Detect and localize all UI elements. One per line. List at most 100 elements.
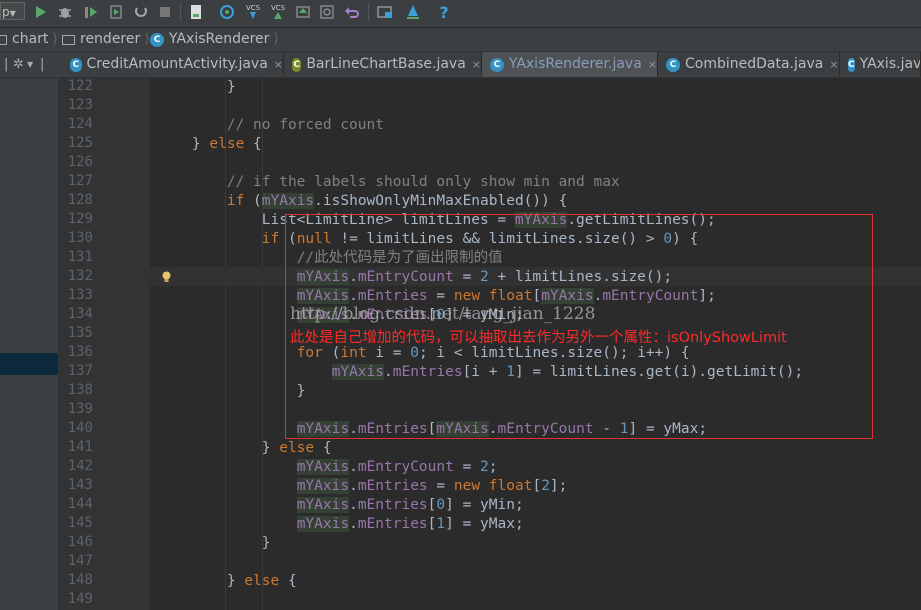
editor-tabs: | ✲ ▼ | C CreditAmountActivity.java × C Bar…: [0, 52, 921, 78]
code-line: mYAxis.mEntries[0] = yMin;: [296, 497, 524, 513]
line-number: 129: [67, 211, 93, 227]
line-number: 127: [67, 173, 93, 189]
chevron-right-icon: ⟩: [273, 31, 279, 47]
selected-tree-item[interactable]: [0, 353, 58, 375]
breadcrumb-item-yaxisrenderer[interactable]: C YAxisRenderer ⟩: [150, 28, 279, 51]
close-icon[interactable]: ×: [648, 52, 657, 77]
panel-controls: | ✲ ▼ |: [0, 52, 58, 77]
line-number: 146: [67, 534, 93, 550]
vcs-commit-label: VCS: [270, 4, 286, 12]
vcs-update-icon[interactable]: VCS: [243, 3, 263, 21]
toolbar-separator: [180, 3, 181, 21]
monitor-icon[interactable]: [405, 3, 421, 21]
watermark: http://blog.csdn.net/tang_jian_1228: [290, 304, 596, 324]
code-line: } else {: [157, 440, 332, 456]
run-config-select[interactable]: p▼: [0, 2, 25, 20]
toolbar-separator: [368, 3, 369, 21]
line-number: 126: [67, 154, 93, 170]
line-number: 132: [67, 268, 93, 284]
abstract-class-icon: C: [292, 57, 302, 72]
line-number-gutter[interactable]: 122 123 124 125 126 127 128 129 130 131 132 133 134 1…: [58, 78, 150, 610]
tab-creditamountactivity[interactable]: C CreditAmountActivity.java ×: [62, 52, 284, 77]
annotation-note: 此处是自己增加的代码，可以抽取出去作为另外一个属性：isOnlyShowLimi…: [290, 330, 787, 346]
debug-icon[interactable]: [57, 3, 73, 21]
folder-icon: [62, 34, 75, 45]
breadcrumb: chart ⟩ renderer ⟩ C YAxisRenderer ⟩: [0, 28, 921, 52]
class-icon: C: [490, 57, 504, 72]
tab-yaxis[interactable]: C YAxis.jav: [840, 52, 921, 77]
line-number: 143: [67, 477, 93, 493]
class-icon: C: [70, 57, 82, 72]
code-line: mYAxis.mEntries[1] = yMax;: [296, 516, 524, 532]
tab-label: CreditAmountActivity.java: [86, 56, 268, 72]
line-number: 128: [67, 192, 93, 208]
code-line: }: [157, 535, 271, 551]
code-line: if (mYAxis.isShowOnlyMinMaxEnabled()) {: [226, 193, 568, 209]
help-icon[interactable]: ?: [437, 3, 451, 22]
coverage-icon[interactable]: [83, 3, 99, 21]
project-panel[interactable]: [0, 78, 58, 610]
class-icon: C: [848, 57, 855, 72]
code-line: mYAxis.mEntries = new float[2];: [296, 478, 568, 494]
close-icon[interactable]: ×: [274, 52, 283, 77]
sdk-manager-icon[interactable]: [188, 3, 204, 21]
breadcrumb-label: YAxisRenderer: [169, 31, 270, 47]
sync-icon[interactable]: [219, 3, 235, 21]
breadcrumb-item-renderer[interactable]: renderer ⟩: [62, 28, 150, 51]
code-line: // no forced count: [226, 117, 384, 133]
line-number: 138: [67, 382, 93, 398]
stop-icon[interactable]: [158, 3, 172, 21]
code-line: }: [157, 383, 306, 399]
line-number: 145: [67, 515, 93, 531]
revert-icon[interactable]: [344, 3, 360, 21]
vcs-push-icon[interactable]: [295, 3, 311, 21]
line-number: 122: [67, 78, 93, 94]
line-number: 147: [67, 553, 93, 569]
run-config-label: p: [2, 5, 10, 19]
tab-label: CombinedData.java: [685, 56, 824, 72]
folder-icon: [0, 34, 7, 45]
code-line: // if the labels should only show min an…: [226, 174, 620, 190]
rerun-icon[interactable]: [133, 3, 149, 21]
tab-barlinechartbase[interactable]: C BarLineChartBase.java ×: [284, 52, 482, 77]
history-icon[interactable]: [319, 3, 335, 21]
line-number: 131: [67, 249, 93, 265]
line-number: 137: [67, 363, 93, 379]
project-structure-icon[interactable]: [376, 3, 394, 21]
code-line: }: [157, 79, 236, 95]
line-number: 135: [67, 325, 93, 341]
tab-yaxisrenderer[interactable]: C YAxisRenderer.java ×: [482, 52, 658, 77]
line-number: 142: [67, 458, 93, 474]
line-number: 124: [67, 116, 93, 132]
line-number: 123: [67, 97, 93, 113]
hide-panel-icon[interactable]: |: [40, 52, 44, 77]
vcs-commit-icon[interactable]: VCS: [268, 3, 288, 21]
line-number: 141: [67, 439, 93, 455]
class-icon: C: [666, 57, 680, 72]
lightbulb-icon[interactable]: [161, 268, 172, 282]
close-icon[interactable]: ×: [472, 52, 481, 77]
tab-label: YAxis.jav: [859, 56, 921, 72]
line-number: 136: [67, 344, 93, 360]
main-toolbar: p▼ VCS VCS ?: [0, 0, 921, 28]
tab-label: BarLineChartBase.java: [306, 56, 466, 72]
line-number: 130: [67, 230, 93, 246]
close-icon[interactable]: ×: [829, 52, 838, 77]
chevron-right-icon: ⟩: [52, 31, 58, 47]
code-line: } else {: [157, 136, 262, 152]
profile-icon[interactable]: [108, 3, 124, 21]
divider-icon: |: [4, 57, 9, 72]
line-number: 149: [67, 591, 93, 607]
breadcrumb-label: chart: [12, 31, 49, 47]
breadcrumb-label: renderer: [80, 31, 141, 47]
chevron-down-icon[interactable]: ▼: [27, 52, 33, 77]
line-number: 133: [67, 287, 93, 303]
tab-combineddata[interactable]: C CombinedData.java ×: [658, 52, 840, 77]
breadcrumb-item-chart[interactable]: chart ⟩: [0, 28, 58, 51]
class-icon: C: [150, 32, 164, 47]
line-number: 148: [67, 572, 93, 588]
line-number: 144: [67, 496, 93, 512]
code-line: mYAxis.mEntryCount = 2;: [296, 459, 498, 475]
run-icon[interactable]: [34, 3, 48, 21]
gear-icon[interactable]: ✲: [13, 52, 24, 77]
